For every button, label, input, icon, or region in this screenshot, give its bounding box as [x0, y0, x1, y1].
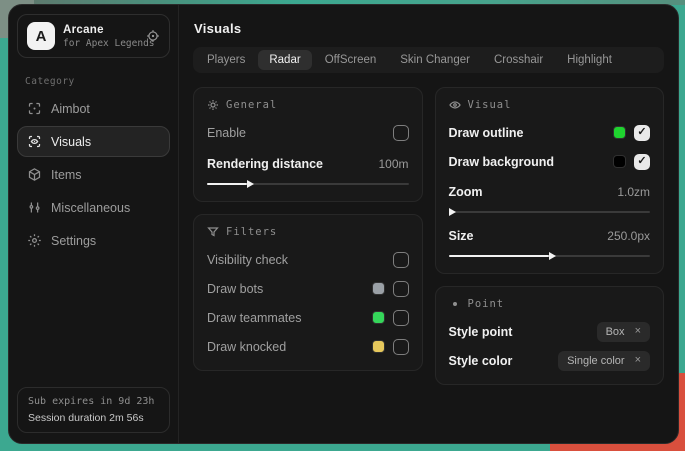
content-grid: General Enable Rendering distance 100m — [179, 73, 678, 399]
style-point-value: Box — [606, 326, 625, 338]
point-panel: Point Style point Box × Style color Sing… — [435, 286, 665, 385]
panel-title: Filters — [226, 226, 277, 238]
eye-scan-icon — [27, 134, 42, 149]
brand-text: Arcane for Apex Legends — [63, 24, 138, 49]
sidebar-item-label: Miscellaneous — [51, 201, 130, 215]
slider-thumb[interactable] — [549, 252, 556, 260]
tab-players[interactable]: Players — [196, 50, 256, 70]
sidebar-item-label: Settings — [51, 234, 96, 248]
tab-offscreen[interactable]: OffScreen — [314, 50, 388, 70]
style-point-label: Style point — [449, 325, 513, 339]
draw-outline-checkbox[interactable]: ✓ — [634, 125, 650, 141]
style-point-select[interactable]: Box × — [597, 322, 650, 342]
zoom-label: Zoom — [449, 185, 483, 199]
tab-radar[interactable]: Radar — [258, 50, 311, 70]
size-value: 250.0px — [607, 229, 650, 243]
draw-background-label: Draw background — [449, 155, 555, 169]
draw-background-checkbox[interactable]: ✓ — [634, 154, 650, 170]
draw-teammates-label: Draw teammates — [207, 311, 301, 325]
app-logo: A — [27, 22, 55, 50]
visibility-check-checkbox[interactable] — [393, 252, 409, 268]
panel-title: Point — [468, 298, 505, 310]
funnel-icon — [207, 226, 219, 238]
style-color-value: Single color — [567, 355, 624, 367]
app-window: A Arcane for Apex Legends Category — [8, 4, 679, 444]
category-label: Category — [25, 76, 178, 87]
enable-label: Enable — [207, 126, 246, 140]
tab-skin-changer[interactable]: Skin Changer — [389, 50, 481, 70]
style-color-select[interactable]: Single color × — [558, 351, 650, 371]
draw-teammates-color-swatch[interactable] — [372, 311, 385, 324]
close-icon[interactable]: × — [635, 355, 641, 366]
draw-knocked-label: Draw knocked — [207, 340, 286, 354]
sliders-icon — [27, 200, 42, 215]
app-name: Arcane — [63, 24, 138, 36]
session-duration-text: Session duration 2m 56s — [28, 412, 159, 424]
close-icon[interactable]: × — [635, 326, 641, 337]
tab-bar: Players Radar OffScreen Skin Changer Cro… — [193, 47, 664, 73]
zoom-slider[interactable] — [449, 208, 651, 216]
sidebar-item-label: Visuals — [51, 135, 91, 149]
draw-teammates-checkbox[interactable] — [393, 310, 409, 326]
sidebar-item-miscellaneous[interactable]: Miscellaneous — [17, 192, 170, 223]
general-panel: General Enable Rendering distance 100m — [193, 87, 423, 202]
sidebar-item-settings[interactable]: Settings — [17, 225, 170, 256]
sidebar-nav: Aimbot Visuals Items — [9, 93, 178, 256]
sidebar: A Arcane for Apex Legends Category — [9, 5, 179, 443]
visual-panel: Visual Draw outline ✓ Draw background — [435, 87, 665, 274]
draw-knocked-color-swatch[interactable] — [372, 340, 385, 353]
enable-checkbox[interactable] — [393, 125, 409, 141]
eye-icon — [449, 99, 461, 111]
slider-thumb[interactable] — [247, 180, 254, 188]
visibility-check-label: Visibility check — [207, 253, 288, 267]
draw-bots-checkbox[interactable] — [393, 281, 409, 297]
panel-title: General — [226, 99, 277, 111]
subscription-info-card: Sub expires in 9d 23h Session duration 2… — [17, 387, 170, 433]
draw-knocked-checkbox[interactable] — [393, 339, 409, 355]
sidebar-item-items[interactable]: Items — [17, 159, 170, 190]
target-icon[interactable] — [146, 29, 160, 43]
dot-icon — [449, 298, 461, 310]
draw-background-color-swatch[interactable] — [613, 155, 626, 168]
draw-outline-label: Draw outline — [449, 126, 524, 140]
rendering-distance-slider[interactable] — [207, 180, 409, 188]
filters-panel: Filters Visibility check Draw bots — [193, 214, 423, 371]
style-color-label: Style color — [449, 354, 513, 368]
tab-crosshair[interactable]: Crosshair — [483, 50, 554, 70]
main-panel: Visuals Players Radar OffScreen Skin Cha… — [179, 5, 678, 443]
app-subtitle: for Apex Legends — [63, 38, 138, 49]
cube-icon — [27, 167, 42, 182]
sidebar-item-label: Aimbot — [51, 102, 90, 116]
panel-title: Visual — [468, 99, 512, 111]
zoom-value: 1.0zm — [617, 185, 650, 199]
brand-card: A Arcane for Apex Legends — [17, 14, 170, 58]
draw-bots-label: Draw bots — [207, 282, 263, 296]
sidebar-item-label: Items — [51, 168, 82, 182]
sidebar-item-visuals[interactable]: Visuals — [17, 126, 170, 157]
size-slider[interactable] — [449, 252, 651, 260]
draw-outline-color-swatch[interactable] — [613, 126, 626, 139]
sidebar-item-aimbot[interactable]: Aimbot — [17, 93, 170, 124]
crosshair-icon — [27, 101, 42, 116]
page-title: Visuals — [179, 5, 678, 36]
size-label: Size — [449, 229, 474, 243]
rendering-distance-value: 100m — [378, 157, 408, 171]
rendering-distance-label: Rendering distance — [207, 157, 323, 171]
tab-highlight[interactable]: Highlight — [556, 50, 623, 70]
slider-thumb[interactable] — [449, 208, 456, 216]
gear-icon — [27, 233, 42, 248]
gear-sun-icon — [207, 99, 219, 111]
draw-bots-color-swatch[interactable] — [372, 282, 385, 295]
sub-expires-text: Sub expires in 9d 23h — [28, 396, 159, 407]
